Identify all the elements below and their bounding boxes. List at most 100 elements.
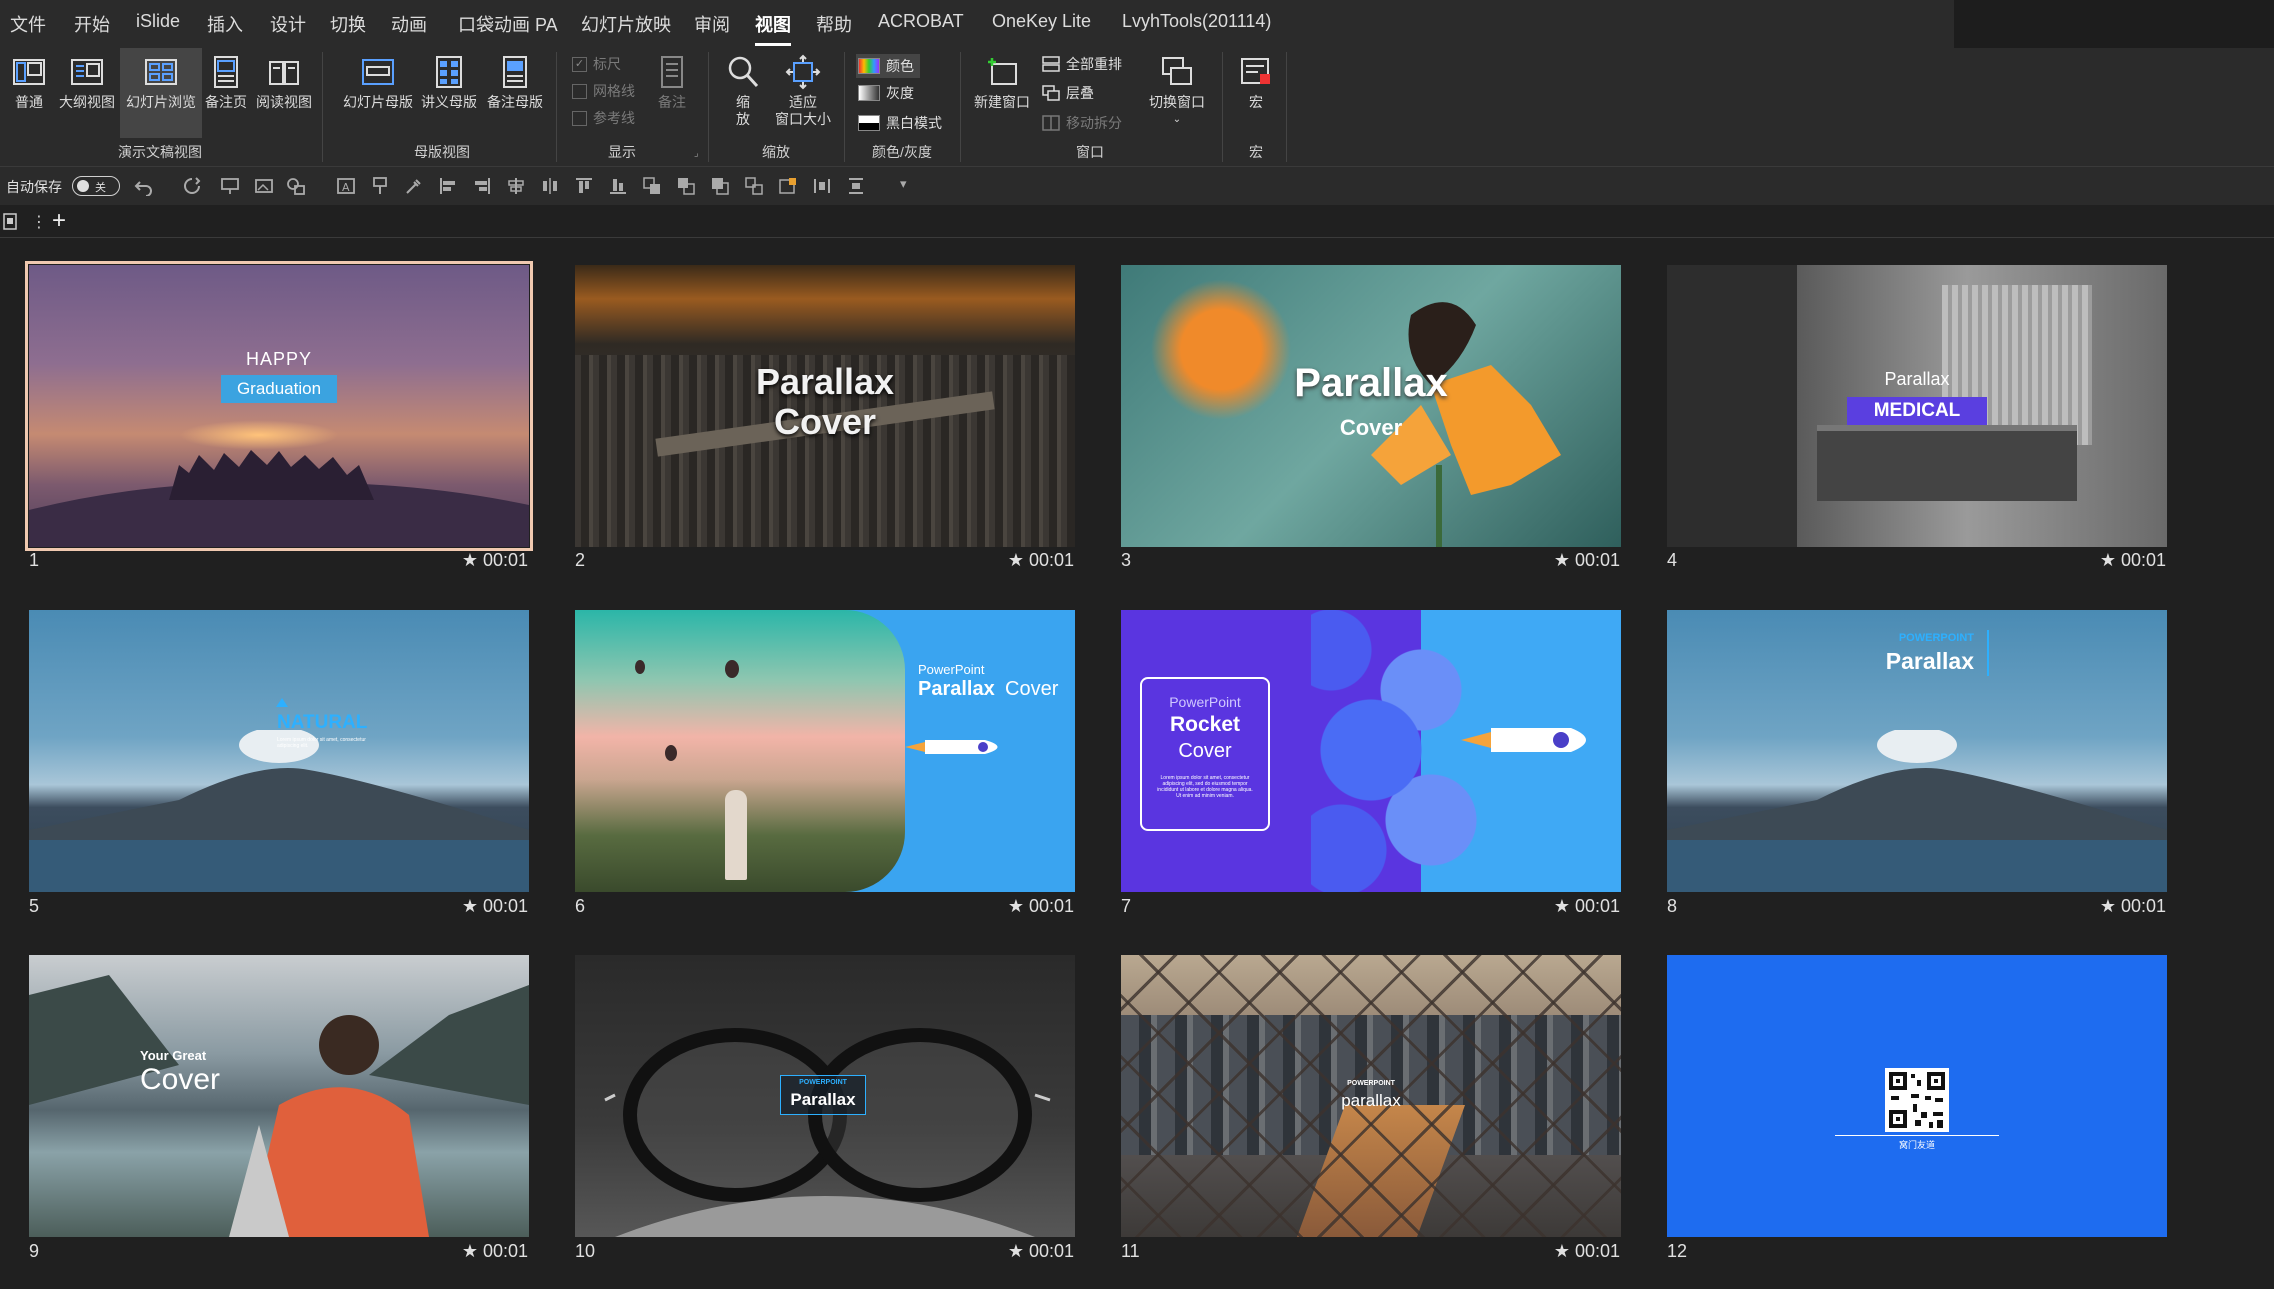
tab-onekey[interactable]: OneKey Lite: [992, 11, 1091, 32]
gridlines-checkbox[interactable]: 网格线: [572, 81, 635, 101]
send-backward-icon[interactable]: [676, 176, 696, 196]
notes-page-button[interactable]: 备注页: [204, 48, 248, 138]
tab-lvyhtools[interactable]: LvyhTools(201114): [1122, 11, 1271, 32]
slide-master-button[interactable]: 幻灯片母版: [336, 48, 420, 138]
notes-master-button[interactable]: 备注母版: [482, 48, 548, 138]
new-window-icon: [988, 58, 1017, 85]
slide-thumbnail-1[interactable]: HAPPY Graduation: [25, 261, 533, 551]
align-right-icon[interactable]: [472, 176, 492, 196]
slide-5-title: NATURAL: [277, 712, 368, 733]
cascade-button[interactable]: 层叠: [1042, 83, 1094, 103]
zoom-button[interactable]: 缩 放: [718, 48, 768, 138]
dialog-launcher-icon[interactable]: ⌟: [694, 148, 699, 159]
slide-thumbnail-5[interactable]: NATURAL Lorem ipsum dolor sit amet, cons…: [29, 610, 529, 892]
color-button[interactable]: 颜色: [856, 54, 920, 78]
slide-thumbnail-4[interactable]: Parallax MEDICAL: [1667, 265, 2167, 547]
grayscale-label: 灰度: [886, 85, 914, 101]
tab-insert[interactable]: 插入: [207, 11, 243, 37]
image-icon[interactable]: [254, 176, 274, 196]
macros-button[interactable]: 宏: [1234, 48, 1278, 138]
guides-checkbox[interactable]: 参考线: [572, 108, 635, 128]
ruler-checkbox[interactable]: ✓ 标尺: [572, 54, 621, 74]
ribbon: 普通 大纲视图 幻灯片浏览 备注页 阅读视图 演示文稿视图 幻灯片母版 讲义母版…: [0, 48, 2274, 167]
crop-icon[interactable]: [778, 176, 798, 196]
chevron-down-icon: ⌄: [1172, 114, 1182, 125]
slide-11-subtitle: POWERPOINT: [1347, 1080, 1395, 1087]
slide-thumbnail-2[interactable]: Parallax Cover: [575, 265, 1075, 547]
tab-file[interactable]: 文件: [10, 11, 46, 37]
slide-9-title: Cover: [140, 1063, 221, 1096]
outline-view-button[interactable]: 大纲视图: [56, 48, 118, 138]
graduates-silhouette: [29, 450, 529, 547]
shapes-icon[interactable]: [286, 176, 306, 196]
tab-review[interactable]: 审阅: [694, 11, 730, 37]
distribute-vertical-icon[interactable]: [846, 176, 866, 196]
bring-forward-icon[interactable]: [642, 176, 662, 196]
redo-icon[interactable]: [182, 176, 202, 196]
more-options-icon[interactable]: ⋮: [31, 212, 47, 232]
reading-view-button[interactable]: 阅读视图: [252, 48, 316, 138]
tab-animations[interactable]: 动画: [391, 11, 427, 37]
align-bottom-icon[interactable]: [608, 176, 628, 196]
notes-button[interactable]: 备注: [650, 48, 694, 138]
balloon-icon: [665, 745, 677, 761]
align-left-icon[interactable]: [438, 176, 458, 196]
ungroup-icon[interactable]: [744, 176, 764, 196]
present-icon[interactable]: [220, 176, 240, 196]
switch-window-icon: [1162, 57, 1192, 85]
tab-transitions[interactable]: 切换: [330, 11, 366, 37]
tab-slideshow[interactable]: 幻灯片放映: [581, 11, 671, 37]
arrange-all-label: 全部重排: [1066, 56, 1122, 72]
slide-panel-icon[interactable]: [3, 213, 19, 231]
slide-thumbnail-7[interactable]: PowerPoint Rocket Cover Lorem ipsum dolo…: [1121, 610, 1621, 892]
distribute-horizontal-icon[interactable]: [812, 176, 832, 196]
mountain-landscape: [29, 730, 529, 892]
slide-thumbnail-10[interactable]: POWERPOINT Parallax: [575, 955, 1075, 1237]
outline-view-label: 大纲视图: [59, 94, 115, 110]
undo-icon[interactable]: [134, 176, 154, 196]
slide-sorter-button[interactable]: 幻灯片浏览: [120, 48, 202, 138]
tab-home[interactable]: 开始: [74, 11, 110, 37]
tab-help[interactable]: 帮助: [816, 11, 852, 37]
black-white-button[interactable]: 黑白模式: [858, 113, 942, 133]
slide-timing: ★ 00:01: [2099, 550, 2166, 570]
group-label-color: 颜色/灰度: [872, 144, 932, 160]
format-painter-icon[interactable]: [370, 176, 390, 196]
normal-view-button[interactable]: 普通: [6, 48, 52, 138]
group-icon[interactable]: [710, 176, 730, 196]
align-center-icon[interactable]: [506, 176, 526, 196]
tab-view[interactable]: 视图: [755, 11, 791, 46]
distribute-icon[interactable]: [540, 176, 560, 196]
tab-islide[interactable]: iSlide: [136, 11, 180, 32]
slide-number: 11: [1121, 1241, 1140, 1261]
align-top-icon[interactable]: [574, 176, 594, 196]
new-window-label: 新建窗口: [974, 94, 1030, 110]
add-section-icon[interactable]: +: [52, 207, 66, 235]
notes-icon: [661, 56, 683, 88]
customize-qat-chevron-icon[interactable]: ▾: [900, 176, 907, 192]
slide-thumbnail-3[interactable]: Parallax Cover: [1121, 265, 1621, 547]
grayscale-button[interactable]: 灰度: [858, 83, 914, 103]
slide-thumbnail-9[interactable]: Your Great Cover: [29, 955, 529, 1237]
autosave-toggle[interactable]: 关: [72, 176, 120, 196]
slide-thumbnail-8[interactable]: POWERPOINT Parallax: [1667, 610, 2167, 892]
tab-acrobat[interactable]: ACROBAT: [878, 11, 964, 32]
balloon-icon: [725, 660, 739, 678]
slide-thumbnail-12[interactable]: 窝门友道: [1667, 955, 2167, 1237]
arrange-all-button[interactable]: 全部重排: [1042, 54, 1122, 74]
switch-window-button[interactable]: 切换窗口 ⌄: [1142, 48, 1212, 138]
slide-thumbnail-11[interactable]: POWERPOINT parallax: [1121, 955, 1621, 1237]
new-window-button[interactable]: 新建窗口: [970, 48, 1034, 138]
slide-3-title-line2: Cover: [1339, 415, 1403, 440]
cascade-label: 层叠: [1066, 85, 1094, 101]
triangle-marker-icon: [276, 698, 288, 707]
tab-design[interactable]: 设计: [270, 11, 306, 37]
handout-master-button[interactable]: 讲义母版: [416, 48, 482, 138]
eyedropper-icon[interactable]: [404, 176, 424, 196]
move-split-button[interactable]: 移动拆分: [1042, 113, 1122, 133]
tab-pocket-animation[interactable]: 口袋动画 PA: [458, 11, 558, 37]
fit-to-window-button[interactable]: 适应 窗口大小: [768, 48, 838, 138]
grayscale-swatch-icon: [858, 85, 880, 101]
textbox-icon[interactable]: A: [336, 176, 356, 196]
slide-thumbnail-6[interactable]: PowerPoint Parallax Cover: [575, 610, 1075, 892]
